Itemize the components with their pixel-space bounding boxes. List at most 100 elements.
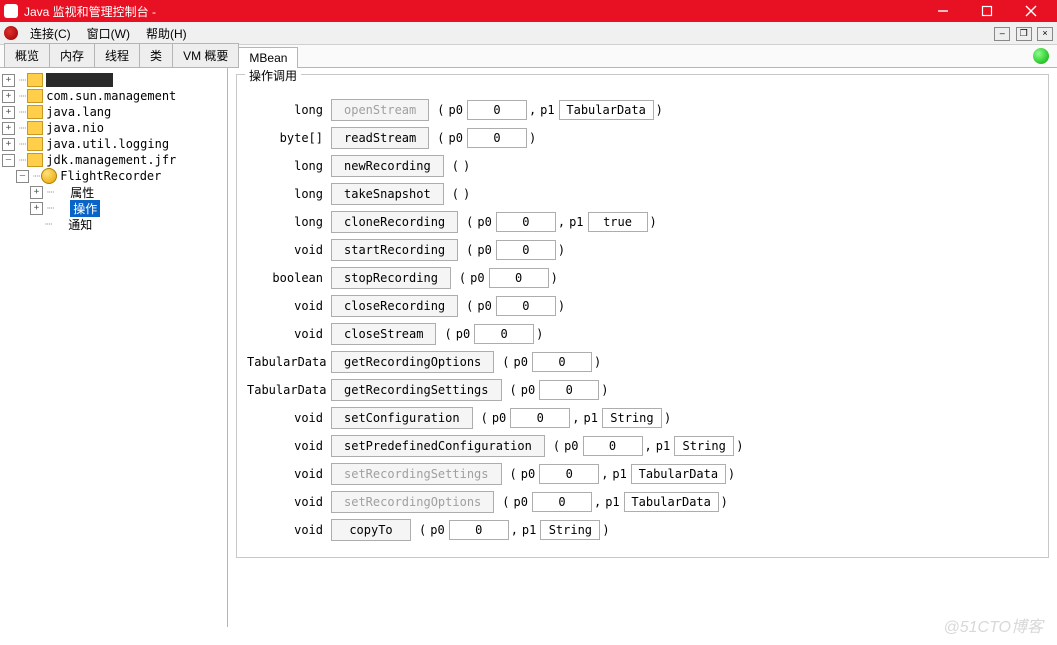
- param-label: p0: [564, 439, 578, 453]
- param-input[interactable]: [467, 128, 527, 148]
- invoke-cloneRecording-button[interactable]: cloneRecording: [331, 211, 458, 233]
- param-input[interactable]: [588, 212, 648, 232]
- tree-node-attributes[interactable]: +┈属性: [0, 184, 227, 200]
- operation-row: longtakeSnapshot(): [247, 183, 1038, 205]
- paren-close: ): [736, 439, 743, 453]
- folder-icon: [27, 105, 43, 119]
- window-title: Java 监视和管理控制台 -: [24, 3, 921, 20]
- operation-row: longopenStream(p0,p1): [247, 99, 1038, 121]
- bean-icon: [41, 168, 57, 184]
- return-type: void: [247, 411, 331, 425]
- tab-classes[interactable]: 类: [139, 43, 173, 67]
- tree-node-operations[interactable]: +┈操作: [0, 200, 227, 216]
- param-input[interactable]: [474, 324, 534, 344]
- menu-window[interactable]: 窗口(W): [79, 23, 138, 44]
- invoke-closeStream-button[interactable]: closeStream: [331, 323, 436, 345]
- tree-node-com-sun-management[interactable]: +┈com.sun.management: [0, 88, 227, 104]
- param-input[interactable]: [583, 436, 643, 456]
- param-input[interactable]: [602, 408, 662, 428]
- comma: ,: [572, 411, 579, 425]
- invoke-getRecordingOptions-button[interactable]: getRecordingOptions: [331, 351, 494, 373]
- invoke-newRecording-button[interactable]: newRecording: [331, 155, 444, 177]
- return-type: long: [247, 187, 331, 201]
- invoke-readStream-button[interactable]: readStream: [331, 127, 429, 149]
- folder-icon: [27, 137, 43, 151]
- window-buttons: [921, 0, 1053, 22]
- tree-node-notifications[interactable]: ┈通知: [0, 216, 227, 232]
- menu-bar: 连接(C) 窗口(W) 帮助(H) – ❐ ×: [0, 22, 1057, 45]
- invoke-takeSnapshot-button[interactable]: takeSnapshot: [331, 183, 444, 205]
- param-input[interactable]: [532, 352, 592, 372]
- param-input[interactable]: [449, 520, 509, 540]
- menu-help[interactable]: 帮助(H): [138, 23, 195, 44]
- comma: ,: [645, 439, 652, 453]
- return-type: TabularData: [247, 383, 331, 397]
- param-input[interactable]: [539, 464, 599, 484]
- watermark: @51CTO博客: [943, 613, 1043, 637]
- invoke-closeRecording-button[interactable]: closeRecording: [331, 295, 458, 317]
- tab-vm-summary[interactable]: VM 概要: [172, 43, 239, 67]
- param-input[interactable]: [496, 212, 556, 232]
- internal-window-buttons: – ❐ ×: [992, 25, 1053, 41]
- param-label: p0: [477, 299, 491, 313]
- paren-close: ): [551, 271, 558, 285]
- param-input[interactable]: [532, 492, 592, 512]
- invoke-stopRecording-button[interactable]: stopRecording: [331, 267, 451, 289]
- param-input[interactable]: [624, 492, 719, 512]
- param-label: p0: [492, 411, 506, 425]
- paren-open: (: [444, 327, 451, 341]
- tab-overview[interactable]: 概览: [4, 43, 50, 67]
- return-type: boolean: [247, 271, 331, 285]
- tree-node-java-util-logging[interactable]: +┈java.util.logging: [0, 136, 227, 152]
- invoke-setPredefinedConfiguration-button[interactable]: setPredefinedConfiguration: [331, 435, 545, 457]
- minimize-button[interactable]: [921, 0, 965, 22]
- operation-row: voidcloseRecording(p0): [247, 295, 1038, 317]
- app-icon: [4, 4, 18, 18]
- paren-close: ): [728, 467, 735, 481]
- param-input[interactable]: [510, 408, 570, 428]
- param-label: p0: [514, 495, 528, 509]
- tree-node-jdk-management-jfr[interactable]: –┈jdk.management.jfr: [0, 152, 227, 168]
- main-split: +┈. +┈com.sun.management +┈java.lang +┈j…: [0, 68, 1057, 627]
- invoke-startRecording-button[interactable]: startRecording: [331, 239, 458, 261]
- param-input[interactable]: [540, 520, 600, 540]
- param-input[interactable]: [496, 240, 556, 260]
- param-input[interactable]: [631, 464, 726, 484]
- tree-node-java-nio[interactable]: +┈java.nio: [0, 120, 227, 136]
- operation-row: voidsetConfiguration(p0,p1): [247, 407, 1038, 429]
- tab-threads[interactable]: 线程: [94, 43, 140, 67]
- param-input[interactable]: [467, 100, 527, 120]
- param-label: p0: [430, 523, 444, 537]
- leaf-icon: [55, 186, 67, 198]
- comma: ,: [594, 495, 601, 509]
- tree-node-flightrecorder[interactable]: –┈FlightRecorder: [0, 168, 227, 184]
- connection-status-icon: [1033, 48, 1049, 64]
- tree-node-java-lang[interactable]: +┈java.lang: [0, 104, 227, 120]
- invoke-setConfiguration-button[interactable]: setConfiguration: [331, 407, 473, 429]
- tab-memory[interactable]: 内存: [49, 43, 95, 67]
- paren-open: (: [466, 215, 473, 229]
- mdi-close-icon[interactable]: ×: [1037, 27, 1053, 41]
- param-label: p0: [521, 467, 535, 481]
- tree-node-redacted[interactable]: +┈.: [0, 72, 227, 88]
- param-input[interactable]: [496, 296, 556, 316]
- operation-row: booleanstopRecording(p0): [247, 267, 1038, 289]
- mdi-minimize-icon[interactable]: –: [994, 27, 1010, 41]
- mbean-tree[interactable]: +┈. +┈com.sun.management +┈java.lang +┈j…: [0, 68, 228, 627]
- leaf-icon: [53, 218, 65, 230]
- tab-mbean[interactable]: MBean: [238, 47, 298, 68]
- param-label: p1: [569, 215, 583, 229]
- tree-label-selected: 操作: [70, 200, 100, 217]
- invoke-getRecordingSettings-button[interactable]: getRecordingSettings: [331, 379, 502, 401]
- param-input[interactable]: [559, 100, 654, 120]
- menu-connect[interactable]: 连接(C): [22, 23, 79, 44]
- invoke-copyTo-button[interactable]: copyTo: [331, 519, 411, 541]
- close-button[interactable]: [1009, 0, 1053, 22]
- maximize-button[interactable]: [965, 0, 1009, 22]
- param-input[interactable]: [489, 268, 549, 288]
- operation-row: voidsetPredefinedConfiguration(p0,p1): [247, 435, 1038, 457]
- param-input[interactable]: [539, 380, 599, 400]
- return-type: byte[]: [247, 131, 331, 145]
- param-input[interactable]: [674, 436, 734, 456]
- mdi-restore-icon[interactable]: ❐: [1016, 27, 1032, 41]
